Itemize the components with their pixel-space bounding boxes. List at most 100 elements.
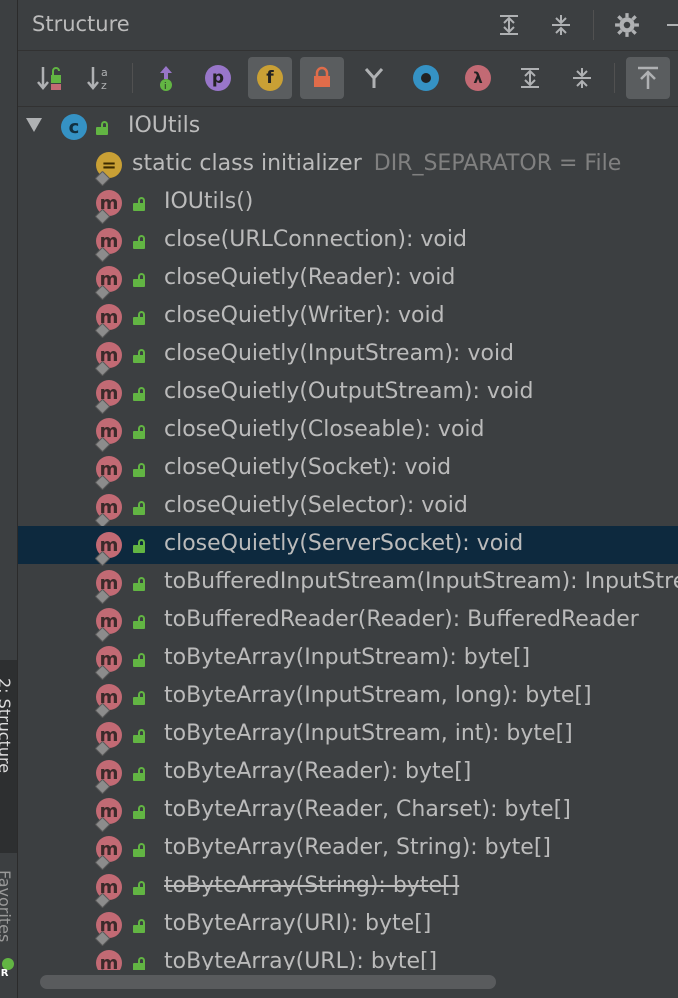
tree-item-row[interactable]: m toByteArray(InputStream, long): byte[]	[18, 678, 678, 719]
sort-alphabetically-icon[interactable]: az	[78, 57, 122, 99]
structure-toolbar: az i p f λ	[18, 51, 678, 107]
show-lambdas-icon[interactable]: λ	[456, 57, 500, 99]
tree-item-row[interactable]: m closeQuietly(Selector): void	[18, 488, 678, 529]
method-label: closeQuietly(InputStream): void	[164, 341, 515, 366]
method-label: toBufferedReader(Reader): BufferedReader	[164, 607, 639, 632]
show-inherited-icon[interactable]: i	[144, 57, 188, 99]
method-label: IOUtils()	[164, 189, 254, 214]
method-label: toByteArray(URL): byte[]	[164, 949, 438, 970]
tree-item-row[interactable]: m IOUtils()	[18, 184, 678, 225]
tree-item-row[interactable]: m toByteArray(InputStream, int): byte[]	[18, 716, 678, 757]
method-label: toByteArray(InputStream, int): byte[]	[164, 721, 573, 746]
public-lock-icon	[133, 729, 147, 743]
structure-tab-label: 2: Structure	[0, 678, 14, 774]
method-label: closeQuietly(Closeable): void	[164, 417, 485, 442]
structure-tree[interactable]: c IOUtils = static class initializer DIR_…	[18, 108, 678, 970]
public-lock-icon	[133, 387, 147, 401]
public-lock-icon	[133, 425, 147, 439]
collapse-all-icon[interactable]	[544, 8, 578, 42]
method-label: toByteArray(InputStream, long): byte[]	[164, 683, 592, 708]
panel-header: Structure	[18, 0, 678, 51]
public-lock-icon	[133, 349, 147, 363]
public-lock-icon	[133, 653, 147, 667]
plugin-logo-icon: JR	[0, 958, 17, 982]
toolbar-separator	[614, 63, 615, 93]
initializer-label: static class initializer DIR_SEPARATOR = …	[132, 151, 621, 176]
tree-item-row[interactable]: m toBufferedInputStream(InputStream): Inp…	[18, 564, 678, 605]
class-name-label: IOUtils	[128, 113, 201, 138]
expand-all-icon[interactable]	[508, 57, 552, 99]
tree-item-row[interactable]: m toByteArray(Reader, Charset): byte[]	[18, 792, 678, 833]
tree-item-row[interactable]: m toBufferedReader(Reader): BufferedReade…	[18, 602, 678, 643]
method-label: closeQuietly(OutputStream): void	[164, 379, 534, 404]
public-lock-icon	[133, 577, 147, 591]
tree-item-row[interactable]: m toByteArray(String): byte[]	[18, 868, 678, 909]
public-lock-icon	[133, 881, 147, 895]
method-label: toByteArray(Reader, Charset): byte[]	[164, 797, 571, 822]
svg-text:a: a	[101, 66, 108, 79]
public-lock-icon	[133, 463, 147, 477]
svg-text:z: z	[101, 79, 107, 92]
header-separator	[593, 10, 594, 40]
initializer-hint: DIR_SEPARATOR = File	[373, 151, 622, 176]
tree-item-row[interactable]: m toByteArray(URI): byte[]	[18, 906, 678, 947]
method-label: closeQuietly(Writer): void	[164, 303, 445, 328]
horizontal-scrollbar[interactable]	[40, 975, 496, 989]
tree-item-row[interactable]: m closeQuietly(Writer): void	[18, 298, 678, 339]
method-label: closeQuietly(Selector): void	[164, 493, 468, 518]
method-icon: m	[96, 950, 122, 970]
public-lock-icon	[133, 501, 147, 515]
show-fields-icon[interactable]: f	[248, 57, 292, 99]
tree-item-row[interactable]: m toByteArray(URL): byte[]	[18, 944, 678, 970]
minimize-icon[interactable]	[658, 8, 678, 42]
tree-item-row[interactable]: m closeQuietly(Reader): void	[18, 260, 678, 301]
public-lock-icon	[133, 843, 147, 857]
collapse-all-icon[interactable]	[560, 57, 604, 99]
method-label: toByteArray(String): byte[]	[164, 873, 460, 898]
tree-item-row[interactable]: m closeQuietly(ServerSocket): void	[18, 526, 678, 567]
tree-item-row[interactable]: m toByteArray(Reader): byte[]	[18, 754, 678, 795]
public-lock-icon	[133, 539, 147, 553]
public-lock-icon	[133, 273, 147, 287]
tree-item-row[interactable]: m toByteArray(Reader, String): byte[]	[18, 830, 678, 871]
sort-by-visibility-icon[interactable]	[28, 57, 72, 99]
autoscroll-from-source-icon[interactable]	[626, 57, 670, 99]
public-lock-icon	[133, 235, 147, 249]
svg-text:i: i	[164, 82, 167, 92]
expand-all-icon[interactable]	[492, 8, 526, 42]
structure-panel: Structure az i p f λ c IOUtils = static …	[18, 0, 678, 998]
tree-item-row[interactable]: m closeQuietly(InputStream): void	[18, 336, 678, 377]
tree-item-row[interactable]: m closeQuietly(Closeable): void	[18, 412, 678, 453]
tool-window-strip: 2: Structure Favorites JR	[0, 0, 18, 998]
method-label: closeQuietly(Socket): void	[164, 455, 452, 480]
method-label: toByteArray(Reader, String): byte[]	[164, 835, 551, 860]
method-label: closeQuietly(ServerSocket): void	[164, 531, 524, 556]
tree-item-row[interactable]: = static class initializer DIR_SEPARATOR …	[18, 146, 678, 187]
favorites-tool-tab[interactable]: Favorites	[0, 870, 17, 960]
show-anonymous-icon[interactable]	[352, 57, 396, 99]
gear-icon[interactable]	[610, 8, 644, 42]
show-properties-icon[interactable]: p	[196, 57, 240, 99]
method-label: toByteArray(URI): byte[]	[164, 911, 432, 936]
method-label: toByteArray(Reader): byte[]	[164, 759, 472, 784]
tree-item-row[interactable]: m toByteArray(InputStream): byte[]	[18, 640, 678, 681]
public-lock-icon	[133, 311, 147, 325]
expand-arrow-icon[interactable]	[26, 118, 42, 132]
public-lock-icon	[133, 919, 147, 933]
public-lock-icon	[133, 957, 147, 970]
initializer-text: static class initializer	[132, 151, 362, 176]
show-interfaces-icon[interactable]	[404, 57, 448, 99]
class-icon: c	[61, 114, 87, 140]
tree-item-row[interactable]: m close(URLConnection): void	[18, 222, 678, 263]
panel-title: Structure	[32, 12, 130, 36]
favorites-tab-label: Favorites	[0, 870, 14, 943]
show-non-public-icon[interactable]	[300, 57, 344, 99]
method-label: toBufferedInputStream(InputStream): Inpu…	[164, 569, 678, 594]
method-label: closeQuietly(Reader): void	[164, 265, 456, 290]
tree-item-row[interactable]: m closeQuietly(OutputStream): void	[18, 374, 678, 415]
tree-root-row[interactable]: c IOUtils	[18, 108, 678, 146]
plugin-logo-text: JR	[0, 968, 9, 979]
tree-item-row[interactable]: m closeQuietly(Socket): void	[18, 450, 678, 491]
structure-tool-tab[interactable]: 2: Structure	[0, 660, 17, 853]
public-lock-icon	[133, 197, 147, 211]
